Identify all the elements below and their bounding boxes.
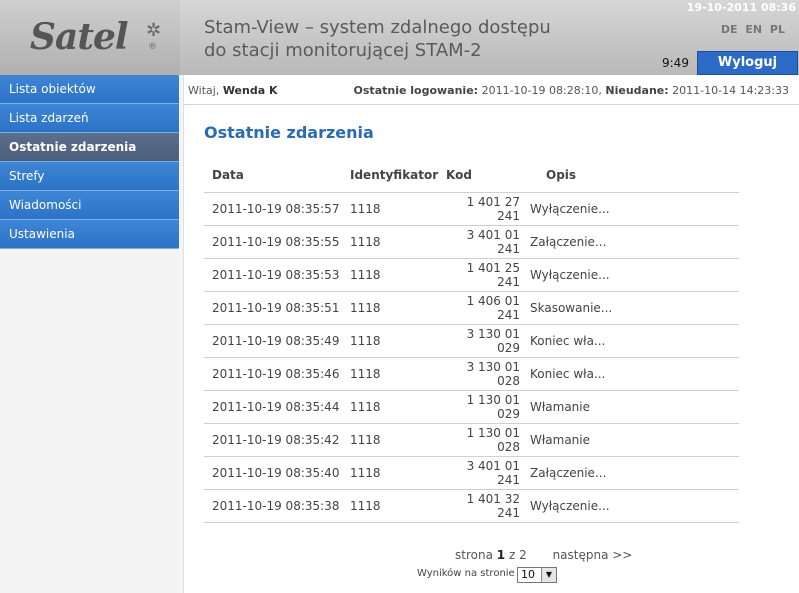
sidebar-item-wiadomosci[interactable]: Wiadomości — [0, 191, 179, 220]
cell-kod: 1 401 32 241 — [446, 489, 530, 523]
cell-date: 2011-10-19 08:35:49 — [204, 324, 350, 358]
table-row[interactable]: 2011-10-19 08:35:57 1118 1 401 27 241 Wyłąc… — [204, 192, 739, 226]
cell-date: 2011-10-19 08:35:53 — [204, 258, 350, 292]
cell-identyfikator: 1118 — [350, 291, 446, 325]
table-row[interactable]: 2011-10-19 08:35:44 1118 1 130 01 029 Włama… — [204, 390, 739, 424]
cell-date: 2011-10-19 08:35:44 — [204, 390, 350, 424]
cell-kod: 1 401 27 241 — [446, 192, 530, 226]
page-link-2[interactable]: 2 — [519, 548, 527, 562]
cell-opis: Koniec wła... — [530, 324, 739, 358]
app-title-line2: do stacji monitorującej STAM-2 — [204, 40, 482, 61]
cell-kod: 3 401 01 241 — [446, 225, 530, 259]
cell-kod: 3 401 01 241 — [446, 456, 530, 490]
cell-opis: Załączenie... — [530, 456, 739, 490]
cell-opis: Skasowanie... — [530, 291, 739, 325]
table-row[interactable]: 2011-10-19 08:35:55 1118 3 401 01 241 Załąc… — [204, 225, 739, 259]
cell-identyfikator: 1118 — [350, 357, 446, 391]
cell-opis: Włamanie — [530, 390, 739, 424]
cell-kod: 3 130 01 028 — [446, 357, 530, 391]
last-login-info: Ostatnie logowanie: 2011-10-19 08:28:10,… — [354, 75, 789, 107]
page-title: Ostatnie zdarzenia — [204, 123, 374, 142]
language-en[interactable]: EN — [745, 23, 762, 36]
table-row[interactable]: 2011-10-19 08:35:46 1118 3 130 01 028 Konie… — [204, 357, 739, 391]
cell-opis: Wyłączenie... — [530, 258, 739, 292]
cell-identyfikator: 1118 — [350, 390, 446, 424]
cell-identyfikator: 1118 — [350, 489, 446, 523]
language-pl[interactable]: PL — [770, 23, 785, 36]
cell-kod: 1 130 01 028 — [446, 423, 530, 457]
sidebar-item-ustawienia[interactable]: Ustawienia — [0, 220, 179, 249]
table-row[interactable]: 2011-10-19 08:35:42 1118 1 130 01 028 Włama… — [204, 423, 739, 457]
cell-identyfikator: 1118 — [350, 456, 446, 490]
column-header-kod[interactable]: Kod — [446, 159, 530, 193]
table-header-row: Data Identyfikator Kod Opis — [204, 159, 739, 193]
cell-opis: Wyłączenie... — [530, 192, 739, 226]
pagination: strona 1 z 2 następna >> — [455, 548, 632, 562]
registered-mark-icon: ® — [148, 42, 157, 52]
cell-kod: 1 401 25 241 — [446, 258, 530, 292]
last-login-label: Ostatnie logowanie: — [353, 84, 479, 97]
cell-kod: 1 130 01 029 — [446, 390, 530, 424]
column-header-data[interactable]: Data — [204, 159, 350, 193]
app-title: Stam-View – system zdalnego dostępu do s… — [204, 16, 564, 62]
cell-opis: Włamanie — [530, 423, 739, 457]
cell-identyfikator: 1118 — [350, 258, 446, 292]
per-page-value: 10 — [521, 568, 535, 581]
failed-login-value: 2011-10-14 14:23:33 — [672, 84, 789, 97]
per-page-select[interactable]: 10 ▼ — [517, 567, 557, 583]
cell-date: 2011-10-19 08:35:40 — [204, 456, 350, 490]
cell-kod: 1 406 01 241 — [446, 291, 530, 325]
gear-logo-icon: ✲ — [146, 20, 162, 41]
logo-area: Satel ✲ ® — [0, 0, 180, 75]
session-clock: 9:49 — [662, 56, 689, 70]
welcome-text: Witaj, Wenda K — [188, 75, 278, 107]
last-login-value: 2011-10-19 08:28:10, — [481, 84, 602, 97]
cell-date: 2011-10-19 08:35:38 — [204, 489, 350, 523]
language-switcher: DE EN PL — [717, 23, 785, 36]
sidebar-item-lista-zdarzen[interactable]: Lista zdarzeń — [0, 104, 179, 133]
sidebar-item-lista-obiektow[interactable]: Lista obiektów — [0, 75, 179, 104]
sidebar-item-ostatnie-zdarzenia[interactable]: Ostatnie zdarzenia — [0, 133, 179, 162]
cell-date: 2011-10-19 08:35:55 — [204, 225, 350, 259]
per-page-label: Wyników na stronie — [417, 568, 515, 579]
header: Satel ✲ ® Stam-View – system zdalnego do… — [0, 0, 799, 75]
page-label: strona — [455, 548, 493, 562]
cell-date: 2011-10-19 08:35:57 — [204, 192, 350, 226]
cell-kod: 3 130 01 029 — [446, 324, 530, 358]
column-header-identyfikator[interactable]: Identyfikator — [350, 159, 446, 193]
cell-date: 2011-10-19 08:35:51 — [204, 291, 350, 325]
welcome-prefix: Witaj, — [188, 84, 220, 97]
user-info-bar: Witaj, Wenda K Ostatnie logowanie: 2011-… — [184, 75, 799, 105]
cell-identyfikator: 1118 — [350, 225, 446, 259]
table-row[interactable]: 2011-10-19 08:35:38 1118 1 401 32 241 Wyłąc… — [204, 489, 739, 523]
cell-identyfikator: 1118 — [350, 192, 446, 226]
events-table: Data Identyfikator Kod Opis 2011-10-19 0… — [204, 159, 739, 523]
logout-button[interactable]: Wyloguj — [697, 51, 798, 75]
next-page-link[interactable]: następna >> — [553, 548, 633, 562]
language-de[interactable]: DE — [721, 23, 738, 36]
cell-identyfikator: 1118 — [350, 423, 446, 457]
cell-opis: Wyłączenie... — [530, 489, 739, 523]
cell-date: 2011-10-19 08:35:42 — [204, 423, 350, 457]
cell-opis: Załączenie... — [530, 225, 739, 259]
table-row[interactable]: 2011-10-19 08:35:51 1118 1 406 01 241 Skaso… — [204, 291, 739, 325]
triangle-down-icon[interactable]: ▼ — [541, 568, 556, 582]
column-header-opis[interactable]: Opis — [530, 159, 739, 193]
current-datetime: 19-10-2011 08:36 — [686, 1, 796, 14]
page-current: 1 — [496, 548, 506, 562]
page-separator: z — [508, 548, 516, 562]
username: Wenda K — [222, 84, 278, 97]
sidebar-item-strefy[interactable]: Strefy — [0, 162, 179, 191]
app-title-line1: Stam-View – system zdalnego dostępu — [204, 17, 551, 38]
table-row[interactable]: 2011-10-19 08:35:49 1118 3 130 01 029 Konie… — [204, 324, 739, 358]
satel-logo: Satel — [30, 16, 129, 58]
sidebar: Lista obiektów Lista zdarzeń Ostatnie zd… — [0, 75, 184, 593]
failed-login-label: Nieudane: — [605, 84, 669, 97]
cell-opis: Koniec wła... — [530, 357, 739, 391]
table-row[interactable]: 2011-10-19 08:35:53 1118 1 401 25 241 Wyłąc… — [204, 258, 739, 292]
table-row[interactable]: 2011-10-19 08:35:40 1118 3 401 01 241 Załąc… — [204, 456, 739, 490]
cell-date: 2011-10-19 08:35:46 — [204, 357, 350, 391]
cell-identyfikator: 1118 — [350, 324, 446, 358]
